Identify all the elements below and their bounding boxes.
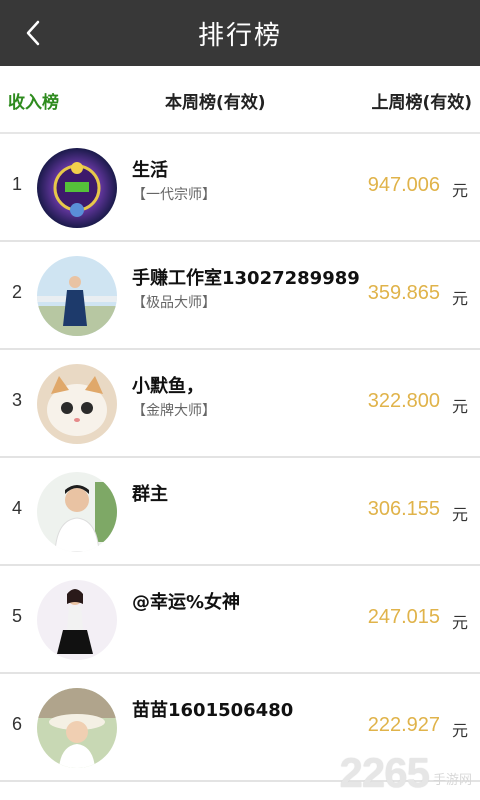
currency-unit: 元	[451, 397, 468, 416]
income-amount: 306.155	[367, 498, 440, 520]
user-name: @幸运%女神	[132, 592, 241, 613]
user-name: 群主	[132, 484, 168, 505]
avatar	[37, 364, 117, 444]
ranking-row[interactable]: 4 群主 306.155 元	[0, 458, 480, 566]
user-name: 生活	[132, 160, 168, 181]
rank-number: 3	[12, 390, 23, 410]
income-amount: 247.015	[367, 606, 440, 628]
ranking-row[interactable]: 3 小默鱼， 【金牌大师】 322.800 元	[0, 350, 480, 458]
user-name: 苗苗1601506480	[132, 700, 294, 721]
income-amount: 359.865	[367, 282, 440, 304]
tab-this-week[interactable]: 本周榜(有效)	[165, 88, 266, 113]
top-bar: 排行榜	[0, 0, 480, 66]
rank-number: 5	[12, 606, 23, 626]
watermark-logo: 2265 手游网	[340, 752, 472, 794]
avatar	[37, 580, 117, 660]
income-amount: 947.006	[367, 174, 440, 196]
chevron-left-icon	[26, 20, 40, 46]
page-title: 排行榜	[197, 20, 282, 51]
income-amount: 222.927	[367, 714, 440, 736]
user-name: 手赚工作室13027289989	[132, 268, 360, 289]
currency-unit: 元	[451, 505, 468, 524]
rank-number: 6	[12, 714, 23, 734]
ranking-row[interactable]: 2 手赚工作室13027289989 【极品大师】 359.865 元	[0, 242, 480, 350]
user-level: 【金牌大师】	[132, 403, 216, 419]
avatar	[37, 472, 117, 552]
currency-unit: 元	[451, 181, 468, 200]
avatar	[37, 256, 117, 336]
tab-last-week[interactable]: 上周榜(有效)	[371, 88, 472, 113]
tab-income[interactable]: 收入榜	[8, 88, 59, 113]
user-level: 【一代宗师】	[132, 187, 216, 203]
watermark-text: 手游网	[432, 773, 472, 788]
currency-unit: 元	[451, 613, 468, 632]
back-button[interactable]	[24, 12, 64, 54]
rank-number: 1	[12, 174, 23, 194]
income-amount: 322.800	[367, 390, 440, 412]
currency-unit: 元	[451, 289, 468, 308]
currency-unit: 元	[451, 721, 468, 740]
ranking-list: 1 生活 【一代宗师】 947.006 元 2 手赚工作室13027289989…	[0, 134, 480, 782]
rank-number: 4	[12, 498, 23, 518]
avatar	[37, 688, 117, 768]
tab-bar: 收入榜 本周榜(有效) 上周榜(有效)	[0, 66, 480, 134]
ranking-row[interactable]: 1 生活 【一代宗师】 947.006 元	[0, 134, 480, 242]
user-name: 小默鱼，	[132, 376, 204, 397]
ranking-row[interactable]: 5 @幸运%女神 247.015 元	[0, 566, 480, 674]
avatar	[37, 148, 117, 228]
user-level: 【极品大师】	[132, 295, 216, 311]
rank-number: 2	[12, 282, 23, 302]
watermark-number: 2265	[339, 749, 430, 796]
